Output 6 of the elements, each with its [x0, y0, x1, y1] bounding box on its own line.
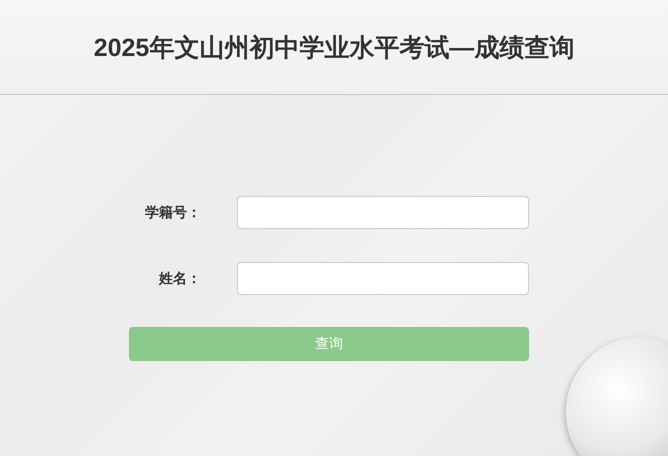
field-label: 姓名：	[159, 270, 202, 288]
query-button[interactable]: 查询	[129, 327, 529, 361]
page-title: 2025年文山州初中学业水平考试—成绩查询	[94, 32, 574, 64]
input-field[interactable]	[237, 196, 529, 229]
field-label: 学籍号：	[145, 204, 202, 222]
input-field[interactable]	[237, 262, 529, 295]
